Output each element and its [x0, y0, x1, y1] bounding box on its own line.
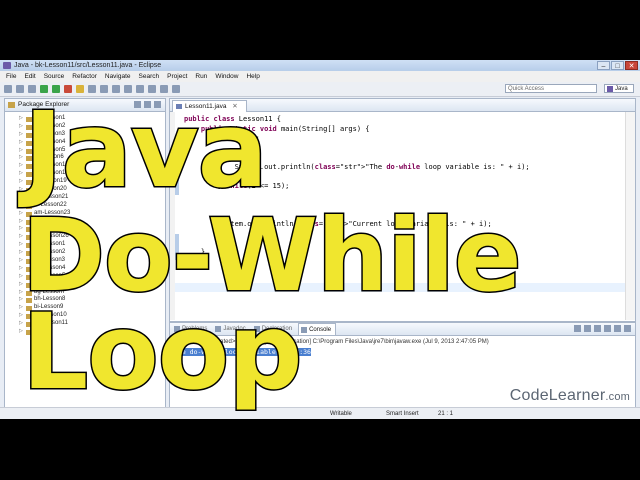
overview-ruler[interactable] [625, 112, 635, 320]
expand-arrow-icon[interactable]: ▷ [19, 162, 23, 170]
expand-arrow-icon[interactable]: ▷ [19, 123, 23, 131]
status-insert-mode: Smart Insert [386, 411, 419, 417]
perspective-label: Java [615, 86, 628, 92]
tab-console[interactable]: Console [298, 323, 337, 335]
java-perspective-icon [607, 86, 613, 92]
menu-project[interactable]: Project [167, 71, 187, 82]
title-bar: Java - bk-Lesson11/src/Lesson11.java - E… [0, 60, 640, 71]
menu-file[interactable]: File [6, 71, 16, 82]
menu-window[interactable]: Window [215, 71, 238, 82]
package-explorer-icon [8, 102, 15, 108]
console-icon [301, 327, 308, 333]
menu-edit[interactable]: Edit [24, 71, 35, 82]
window-title: Java - bk-Lesson11/src/Lesson11.java - E… [14, 62, 162, 69]
clear-console-icon[interactable] [594, 325, 601, 332]
brand-name: CodeLearner [509, 387, 606, 404]
expand-arrow-icon[interactable]: ▷ [19, 131, 23, 139]
display-console-icon[interactable] [624, 325, 631, 332]
save-icon[interactable] [16, 85, 24, 93]
eclipse-app-icon [3, 62, 11, 69]
overlay-title-java: Java [23, 89, 270, 211]
minimize-button[interactable]: – [597, 61, 610, 70]
close-button[interactable]: ✕ [625, 61, 638, 70]
terminate-icon[interactable] [574, 325, 581, 332]
brand-tld: .com [605, 391, 630, 403]
expand-arrow-icon[interactable]: ▷ [19, 154, 23, 162]
menu-run[interactable]: Run [195, 71, 207, 82]
expand-arrow-icon[interactable]: ▷ [19, 170, 23, 178]
expand-arrow-icon[interactable]: ▷ [19, 147, 23, 155]
menu-refactor[interactable]: Refactor [72, 71, 97, 82]
status-writable: Writable [330, 411, 352, 417]
menu-search[interactable]: Search [139, 71, 160, 82]
menu-help[interactable]: Help [246, 71, 259, 82]
overlay-title-loop: Loop [21, 291, 305, 413]
expand-arrow-icon[interactable]: ▷ [19, 178, 23, 186]
menu-bar: File Edit Source Refactor Navigate Searc… [0, 71, 640, 82]
remove-launch-icon[interactable] [584, 325, 591, 332]
maximize-button[interactable]: □ [611, 61, 624, 70]
expand-arrow-icon[interactable]: ▷ [19, 186, 23, 194]
pin-console-icon[interactable] [614, 325, 621, 332]
status-cursor-position: 21 : 1 [438, 411, 454, 417]
new-icon[interactable] [4, 85, 12, 93]
quick-access-input[interactable]: Quick Access [505, 84, 597, 93]
codelearner-logo: CodeLearner.com [510, 386, 630, 407]
java-perspective-button[interactable]: Java [604, 84, 634, 93]
scroll-lock-icon[interactable] [604, 325, 611, 332]
menu-source[interactable]: Source [44, 71, 65, 82]
expand-arrow-icon[interactable]: ▷ [19, 139, 23, 147]
expand-arrow-icon[interactable]: ▷ [19, 115, 23, 123]
menu-navigate[interactable]: Navigate [105, 71, 131, 82]
